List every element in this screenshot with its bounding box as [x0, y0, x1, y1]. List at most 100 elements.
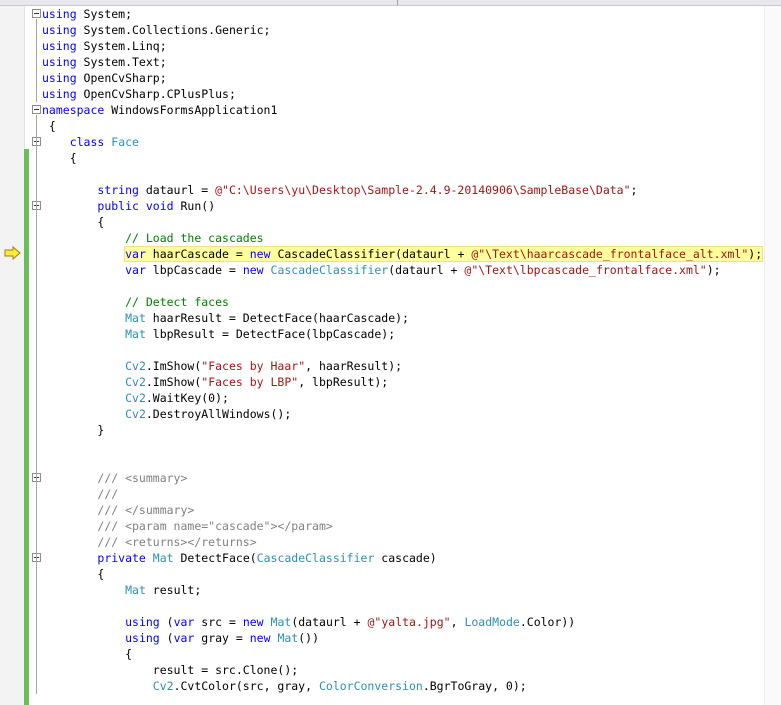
- token: .Color)): [519, 615, 576, 629]
- token: Mat: [152, 551, 174, 565]
- token: System.Text;: [76, 55, 167, 69]
- token: using: [125, 631, 160, 645]
- code-line-14[interactable]: {: [42, 214, 104, 230]
- code-line-12[interactable]: string dataurl = @"C:\Users\yu\Desktop\S…: [42, 182, 637, 198]
- code-line-6[interactable]: using OpenCvSharp.CPlusPlus;: [42, 86, 236, 102]
- code-line-19[interactable]: // Detect faces: [42, 294, 229, 310]
- code-line-4[interactable]: using System.Text;: [42, 54, 167, 70]
- code-line-43[interactable]: Cv2.CvtColor(src, gray, ColorConversion.…: [42, 678, 527, 694]
- token: Mat: [277, 631, 299, 645]
- token: CascadeClassifier: [256, 551, 375, 565]
- token: using: [42, 39, 77, 53]
- code-editor[interactable]: using System; using System.Collections.Ge…: [0, 0, 781, 705]
- change-tracking-bar: [24, 149, 29, 705]
- token: using: [42, 71, 77, 85]
- token: ;: [630, 183, 638, 197]
- token: using: [42, 55, 77, 69]
- code-line-25[interactable]: Cv2.WaitKey(0);: [42, 390, 229, 406]
- token: class: [69, 135, 105, 149]
- code-line-16[interactable]: var haarCascade = new CascadeClassifier(…: [42, 246, 764, 262]
- code-line-42[interactable]: result = src.Clone();: [42, 662, 298, 678]
- code-line-23[interactable]: Cv2.ImShow("Faces by Haar", haarResult);: [42, 358, 402, 374]
- token: new: [249, 247, 271, 261]
- code-line-39[interactable]: using (var src = new Mat(dataurl + @"yal…: [42, 614, 575, 630]
- code-line-33[interactable]: /// <param name="cascade"></param>: [42, 518, 332, 534]
- token: System;: [76, 7, 133, 21]
- code-line-34[interactable]: /// <returns></returns>: [42, 534, 256, 550]
- code-line-13[interactable]: public void Run(): [42, 198, 215, 214]
- code-line-9[interactable]: class Face: [42, 134, 139, 150]
- code-line-8[interactable]: {: [42, 118, 56, 134]
- token: lbpResult = DetectFace(lbpCascade);: [145, 327, 396, 341]
- token: Cv2: [152, 679, 174, 693]
- token: var: [173, 631, 195, 645]
- outline-guide: [36, 211, 37, 438]
- code-line-35[interactable]: private Mat DetectFace(CascadeClassifier…: [42, 550, 437, 566]
- token: var: [173, 615, 195, 629]
- outline-guide: [36, 19, 37, 102]
- vertical-scrollbar[interactable]: [764, 6, 781, 705]
- token: using: [42, 7, 77, 21]
- token: cascade): [374, 551, 437, 565]
- token: Cv2: [125, 375, 146, 389]
- code-line-32[interactable]: /// </summary>: [42, 502, 194, 518]
- code-line-20[interactable]: Mat haarResult = DetectFace(haarCascade)…: [42, 310, 409, 326]
- token: new: [242, 263, 264, 277]
- token: );: [706, 263, 721, 277]
- token: Mat: [125, 583, 146, 597]
- token: dataurl =: [138, 183, 216, 197]
- token: /// <summary>: [97, 471, 188, 485]
- token: (dataurl +: [388, 263, 465, 277]
- code-line-41[interactable]: {: [42, 646, 132, 662]
- code-line-2[interactable]: using System.Collections.Generic;: [42, 22, 271, 38]
- token: result;: [145, 583, 202, 597]
- token: {: [42, 647, 133, 661]
- code-line-5[interactable]: using OpenCvSharp;: [42, 70, 167, 86]
- token: OpenCvSharp.CPlusPlus;: [76, 87, 236, 101]
- code-line-1[interactable]: using System;: [42, 6, 132, 22]
- token: @"C:\Users\yu\Desktop\Sample-2.4.9-20140…: [215, 183, 631, 197]
- token: @"\Text\lbpcascade_frontalface.xml": [464, 263, 707, 277]
- token: WindowsFormsApplication1: [104, 103, 278, 117]
- token: @"yalta.jpg": [367, 615, 451, 629]
- code-line-15[interactable]: // Load the cascades: [42, 230, 263, 246]
- code-line-37[interactable]: Mat result;: [42, 582, 201, 598]
- code-line-7[interactable]: namespace WindowsFormsApplication1: [42, 102, 277, 118]
- code-line-26[interactable]: Cv2.DestroyAllWindows();: [42, 406, 291, 422]
- split-divider[interactable]: [397, 0, 398, 5]
- token: namespace: [42, 103, 105, 117]
- collapse-icon[interactable]: [32, 105, 41, 114]
- code-line-27[interactable]: }: [42, 422, 104, 438]
- token: new: [249, 631, 271, 645]
- code-line-30[interactable]: /// <summary>: [42, 470, 187, 486]
- code-line-17[interactable]: var lbpCascade = new CascadeClassifier(d…: [42, 262, 721, 278]
- token: (: [159, 631, 174, 645]
- code-line-40[interactable]: using (var gray = new Mat()): [42, 630, 319, 646]
- code-line-24[interactable]: Cv2.ImShow("Faces by LBP", lbpResult);: [42, 374, 388, 390]
- code-line-21[interactable]: Mat lbpResult = DetectFace(lbpCascade);: [42, 326, 395, 342]
- code-line-36[interactable]: {: [42, 566, 104, 582]
- code-line-31[interactable]: ///: [42, 486, 118, 502]
- token: OpenCvSharp;: [76, 71, 167, 85]
- token: using: [125, 615, 160, 629]
- token: {: [42, 151, 77, 165]
- token: ,: [450, 615, 465, 629]
- token: Cv2: [125, 407, 146, 421]
- token: (dataurl +: [291, 615, 368, 629]
- token: .DestroyAllWindows();: [145, 407, 292, 421]
- code-line-10[interactable]: {: [42, 150, 77, 166]
- token: gray =: [194, 631, 250, 645]
- token: {: [42, 567, 105, 581]
- token: ///: [97, 487, 119, 501]
- token: using: [42, 87, 77, 101]
- collapse-icon[interactable]: [32, 9, 41, 18]
- code-line-3[interactable]: using System.Linq;: [42, 38, 167, 54]
- indicator-margin[interactable]: [0, 6, 25, 705]
